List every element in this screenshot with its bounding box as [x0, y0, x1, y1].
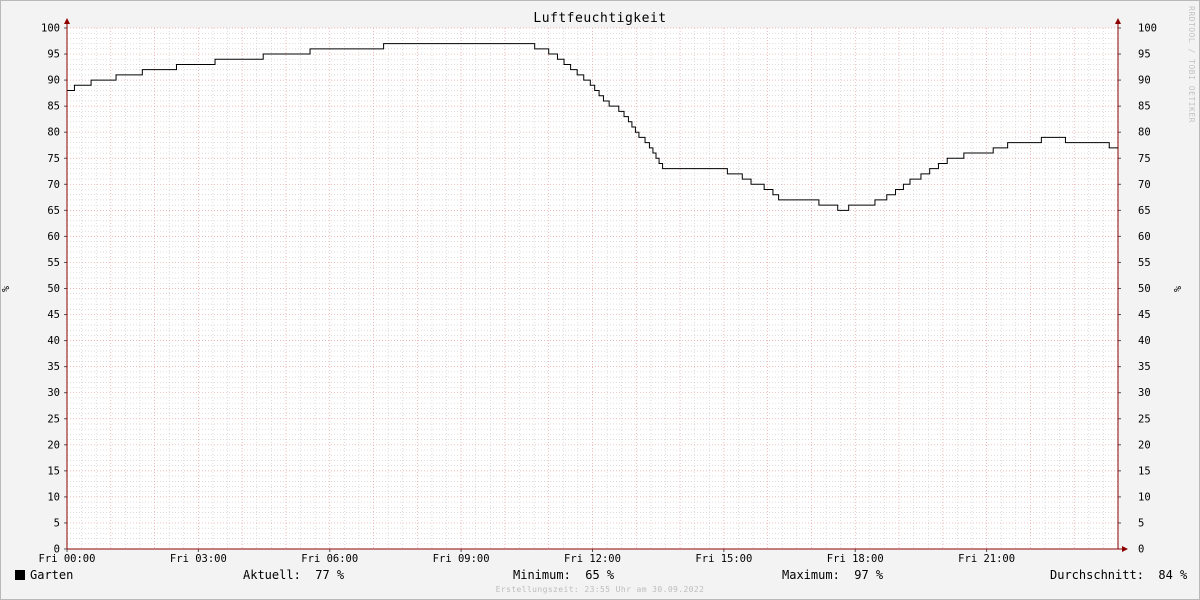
- creation-time-footer: Erstellungszeit: 23:55 Uhr am 30.09.2022: [495, 585, 705, 594]
- y-tick-label: 90: [47, 75, 60, 87]
- y-tick-label-right: 80: [1138, 127, 1151, 139]
- x-tick-label: Fri 12:00: [564, 553, 621, 565]
- y-tick-label-right: 30: [1138, 387, 1151, 399]
- y-axis-label-right: %: [1173, 286, 1184, 292]
- y-tick-label-right: 5: [1138, 517, 1144, 529]
- y-tick-label: 65: [47, 205, 60, 217]
- stat-average: Durchschnitt: 84 %: [1050, 568, 1187, 582]
- x-tick-label: Fri 00:00: [39, 553, 96, 565]
- y-tick-label-right: 25: [1138, 413, 1151, 425]
- stat-minimum-value: 65 %: [585, 568, 615, 582]
- x-tick-label: Fri 15:00: [695, 553, 752, 565]
- y-tick-label: 50: [47, 283, 60, 295]
- stat-maximum-label: Maximum:: [782, 568, 840, 582]
- stat-current: Aktuell: 77 %: [243, 568, 344, 582]
- stat-minimum-label: Minimum:: [513, 568, 571, 582]
- stat-current-value: 77 %: [315, 568, 345, 582]
- y-tick-label: 60: [47, 231, 60, 243]
- y-tick-label-right: 85: [1138, 101, 1151, 113]
- y-tick-label: 20: [47, 439, 60, 451]
- chart-canvas: 0 05 510 1015 1520 2025 2530 3035 3540 4045 4550 50…: [1, 18, 1184, 565]
- y-tick-label-right: 40: [1138, 335, 1151, 347]
- y-tick-label: 10: [47, 491, 60, 503]
- y-tick-label-right: 45: [1138, 309, 1151, 321]
- y-tick-label-right: 95: [1138, 49, 1151, 61]
- y-tick-label-right: 35: [1138, 361, 1151, 373]
- y-tick-label: 45: [47, 309, 60, 321]
- stat-average-value: 84 %: [1158, 568, 1188, 582]
- y-tick-label: 80: [47, 127, 60, 139]
- y-tick-label: 85: [47, 101, 60, 113]
- stat-minimum: Minimum: 65 %: [513, 568, 614, 582]
- y-tick-label-right: 15: [1138, 465, 1151, 477]
- x-tick-label: Fri 09:00: [433, 553, 490, 565]
- y-tick-label: 5: [54, 517, 60, 529]
- legend-row: Garten Aktuell: 77 % Minimum: 65 % Maxim…: [0, 568, 1200, 584]
- y-tick-label: 95: [47, 49, 60, 61]
- stat-current-label: Aktuell:: [243, 568, 301, 582]
- y-tick-label-right: 65: [1138, 205, 1151, 217]
- y-axis-label: %: [1, 286, 12, 292]
- y-tick-label-right: 20: [1138, 439, 1151, 451]
- y-tick-label-right: 0: [1138, 544, 1144, 556]
- stat-maximum: Maximum: 97 %: [782, 568, 883, 582]
- y-tick-label: 30: [47, 387, 60, 399]
- y-tick-label: 55: [47, 257, 60, 269]
- y-tick-label: 25: [47, 413, 60, 425]
- y-tick-label-right: 90: [1138, 75, 1151, 87]
- x-tick-label: Fri 21:00: [958, 553, 1015, 565]
- x-axis-arrow: [1122, 546, 1128, 552]
- y-tick-label-right: 60: [1138, 231, 1151, 243]
- y-tick-label-right: 55: [1138, 257, 1151, 269]
- stat-average-label: Durchschnitt:: [1050, 568, 1144, 582]
- x-tick-label: Fri 03:00: [170, 553, 227, 565]
- y-tick-label: 70: [47, 179, 60, 191]
- y-tick-label-right: 50: [1138, 283, 1151, 295]
- y-tick-label-right: 10: [1138, 491, 1151, 503]
- x-tick-label: Fri 06:00: [301, 553, 358, 565]
- y-tick-label: 15: [47, 465, 60, 477]
- y-tick-label: 35: [47, 361, 60, 373]
- y-tick-label-right: 70: [1138, 179, 1151, 191]
- y-tick-label: 40: [47, 335, 60, 347]
- chart-title: Luftfeuchtigkeit: [533, 11, 667, 26]
- legend-swatch: [15, 570, 25, 580]
- y-tick-label-right: 75: [1138, 153, 1151, 165]
- legend-series-name: Garten: [30, 568, 74, 582]
- rrdtool-watermark: RRDTOOL / TOBI OETIKER: [1187, 6, 1196, 123]
- stat-maximum-value: 97 %: [854, 568, 884, 582]
- x-tick-label: Fri 18:00: [827, 553, 884, 565]
- y-tick-label: 75: [47, 153, 60, 165]
